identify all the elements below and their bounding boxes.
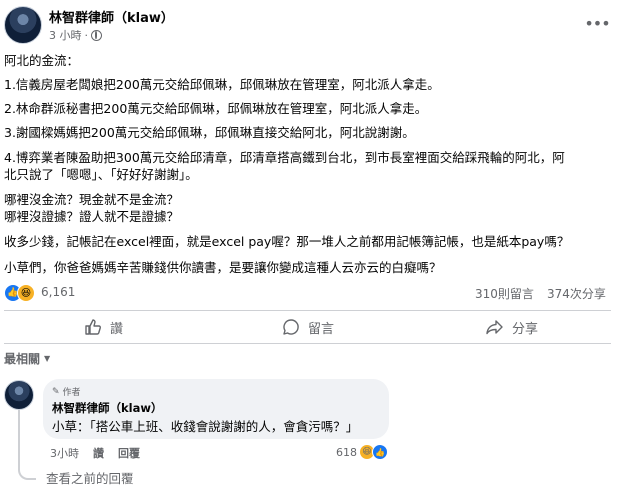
divider: [4, 310, 611, 311]
comment-bubble-icon: [282, 318, 300, 336]
post-line: 北只說了「嗯嗯」、「好好好謝謝」。: [4, 167, 198, 182]
comment-count[interactable]: 310則留言: [475, 285, 534, 302]
comment-text: 小草：「搭公車上班、收錢會說謝謝的人，會貪污嗎？」: [52, 419, 359, 434]
divider: [4, 343, 611, 344]
reactions-summary: 👍 😆 6,161 310則留言 374次分享: [0, 283, 617, 303]
post-line: 4.博弈業者陳盈助把300萬元交給邱清章，邱清章搭高鐵到台北，到市長室裡面交給踩…: [4, 150, 565, 165]
comment-bubble: ✎ 作者 林智群律師（klaw） 小草：「搭公車上班、收錢會說謝謝的人，會貪污嗎…: [43, 379, 389, 439]
post-line: 小草們，你爸爸媽媽辛苦賺錢供你讀書，是要讓你變成這種人云亦云的白癡嗎？: [4, 260, 442, 275]
more-options-icon[interactable]: •••: [584, 12, 610, 34]
thumbs-up-icon: [84, 318, 102, 336]
post-line: 哪裡沒證據？證人就不是證據？: [4, 209, 180, 224]
dot-separator: ·: [84, 28, 89, 42]
view-previous-replies-link[interactable]: 查看之前的回覆: [46, 468, 134, 487]
commenter-name[interactable]: 林智群律師（klaw）: [52, 400, 162, 416]
author-avatar[interactable]: [4, 6, 42, 44]
like-reaction-icon: 👍: [372, 444, 388, 460]
author-badge: ✎ 作者: [52, 385, 81, 399]
post-meta: 3 小時 ·: [49, 27, 102, 43]
post-time[interactable]: 3 小時: [49, 27, 82, 43]
sort-label: 最相關: [4, 352, 41, 366]
reaction-icons[interactable]: 👍 😆: [4, 284, 40, 302]
post-line: 2.林命群派秘書把200萬元交給邱佩琳，邱佩琳放在管理室，阿北派人拿走。: [4, 101, 428, 116]
share-label: 分享: [512, 321, 539, 337]
comment-reaction-count: 618: [336, 445, 357, 459]
post-header: 林智群律師（klaw） 3 小時 · •••: [0, 0, 617, 50]
haha-reaction-icon: 😆: [17, 284, 35, 302]
comment-meta: 3小時 讚 回覆: [50, 445, 140, 461]
author-badge-label: 作者: [62, 388, 81, 398]
post-line: 3.謝國樑媽媽把200萬元交給邱佩琳，邱佩琳直接交給阿北，阿北說謝謝。: [4, 125, 415, 140]
comment-sort-dropdown[interactable]: 最相關 ▼: [4, 350, 50, 367]
share-button[interactable]: 分享: [485, 312, 538, 342]
globe-icon: [91, 29, 102, 41]
post-line: 1.信義房屋老闆娘把200萬元交給邱佩琳，邱佩琳放在管理室，阿北派人拿走。: [4, 77, 440, 92]
share-arrow-icon: [485, 318, 504, 336]
comment-reply-button[interactable]: 回覆: [118, 445, 140, 461]
thread-line: [18, 410, 36, 480]
post-line: 阿北的金流：: [4, 53, 80, 68]
comment-like-button[interactable]: 讚: [93, 445, 104, 461]
post-line: 收多少錢，記帳記在excel裡面，就是excel pay喔？那一堆人之前都用記帳…: [4, 234, 570, 249]
action-bar: 讚 留言 分享: [0, 312, 617, 342]
share-count[interactable]: 374次分享: [547, 285, 606, 302]
comment-reactions[interactable]: 618 😆 👍: [336, 444, 388, 460]
comment-button[interactable]: 留言: [282, 312, 334, 342]
reaction-count[interactable]: 6,161: [41, 285, 75, 299]
comment-label: 留言: [308, 321, 335, 337]
post-line: 哪裡沒金流？現金就不是金流？: [4, 192, 180, 207]
like-label: 讚: [110, 321, 124, 337]
comment-time[interactable]: 3小時: [50, 445, 79, 461]
author-name[interactable]: 林智群律師（klaw）: [49, 7, 174, 26]
commenter-avatar[interactable]: [4, 380, 34, 410]
pen-icon: ✎: [52, 386, 60, 397]
caret-down-icon: ▼: [44, 354, 51, 363]
like-button[interactable]: 讚: [84, 312, 123, 342]
